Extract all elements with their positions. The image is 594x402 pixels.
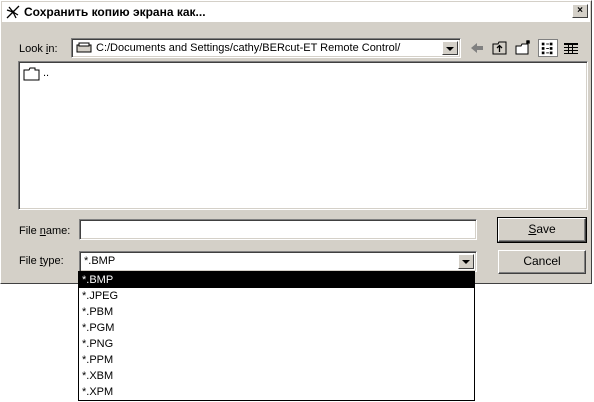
list-view-icon[interactable] xyxy=(538,39,558,57)
new-folder-icon[interactable] xyxy=(513,39,533,57)
look-in-combo[interactable]: C:/Documents and Settings/cathy/BERcut-E… xyxy=(71,38,461,58)
look-in-dropdown-button[interactable] xyxy=(442,41,458,55)
file-type-dropdown-button[interactable] xyxy=(458,254,474,269)
look-in-label: Look in: xyxy=(19,43,58,55)
file-type-label: File type: xyxy=(19,255,64,267)
file-type-value: *.BMP xyxy=(84,255,116,267)
dropdown-option-bmp[interactable]: *.BMP xyxy=(79,272,474,288)
save-screenshot-dialog: Сохранить копию экрана как... × Look in:… xyxy=(0,0,592,284)
dropdown-option-png[interactable]: *.PNG xyxy=(79,336,474,352)
dropdown-option-ppm[interactable]: *.PPM xyxy=(79,352,474,368)
dropdown-option-pgm[interactable]: *.PGM xyxy=(79,320,474,336)
dropdown-option-pbm[interactable]: *.PBM xyxy=(79,304,474,320)
app-icon xyxy=(6,5,20,19)
close-icon: × xyxy=(577,5,583,16)
back-arrow-icon[interactable] xyxy=(467,39,487,57)
cancel-button[interactable]: Cancel xyxy=(498,250,586,274)
title-bar[interactable]: Сохранить копию экрана как... × xyxy=(2,2,590,22)
details-view-icon[interactable] xyxy=(561,39,581,57)
dropdown-option-jpeg[interactable]: *.JPEG xyxy=(79,288,474,304)
save-button[interactable]: Save xyxy=(497,217,587,243)
file-name-input[interactable] xyxy=(79,219,477,240)
dropdown-option-xpm[interactable]: *.XPM xyxy=(79,384,474,400)
file-list[interactable]: .. xyxy=(18,61,588,210)
close-button[interactable]: × xyxy=(572,4,588,18)
dropdown-option-xbm[interactable]: *.XBM xyxy=(79,368,474,384)
list-item-label: .. xyxy=(43,67,50,79)
file-type-dropdown-list[interactable]: *.BMP *.JPEG *.PBM *.PGM *.PNG *.PPM *.X… xyxy=(78,271,475,401)
window-title: Сохранить копию экрана как... xyxy=(24,5,206,19)
drive-icon xyxy=(76,42,92,53)
look-in-path: C:/Documents and Settings/cathy/BERcut-E… xyxy=(96,42,401,54)
up-folder-icon[interactable] xyxy=(490,39,510,57)
folder-icon xyxy=(23,67,40,81)
file-name-label: File name: xyxy=(19,225,71,237)
file-type-select[interactable]: *.BMP xyxy=(79,251,477,272)
